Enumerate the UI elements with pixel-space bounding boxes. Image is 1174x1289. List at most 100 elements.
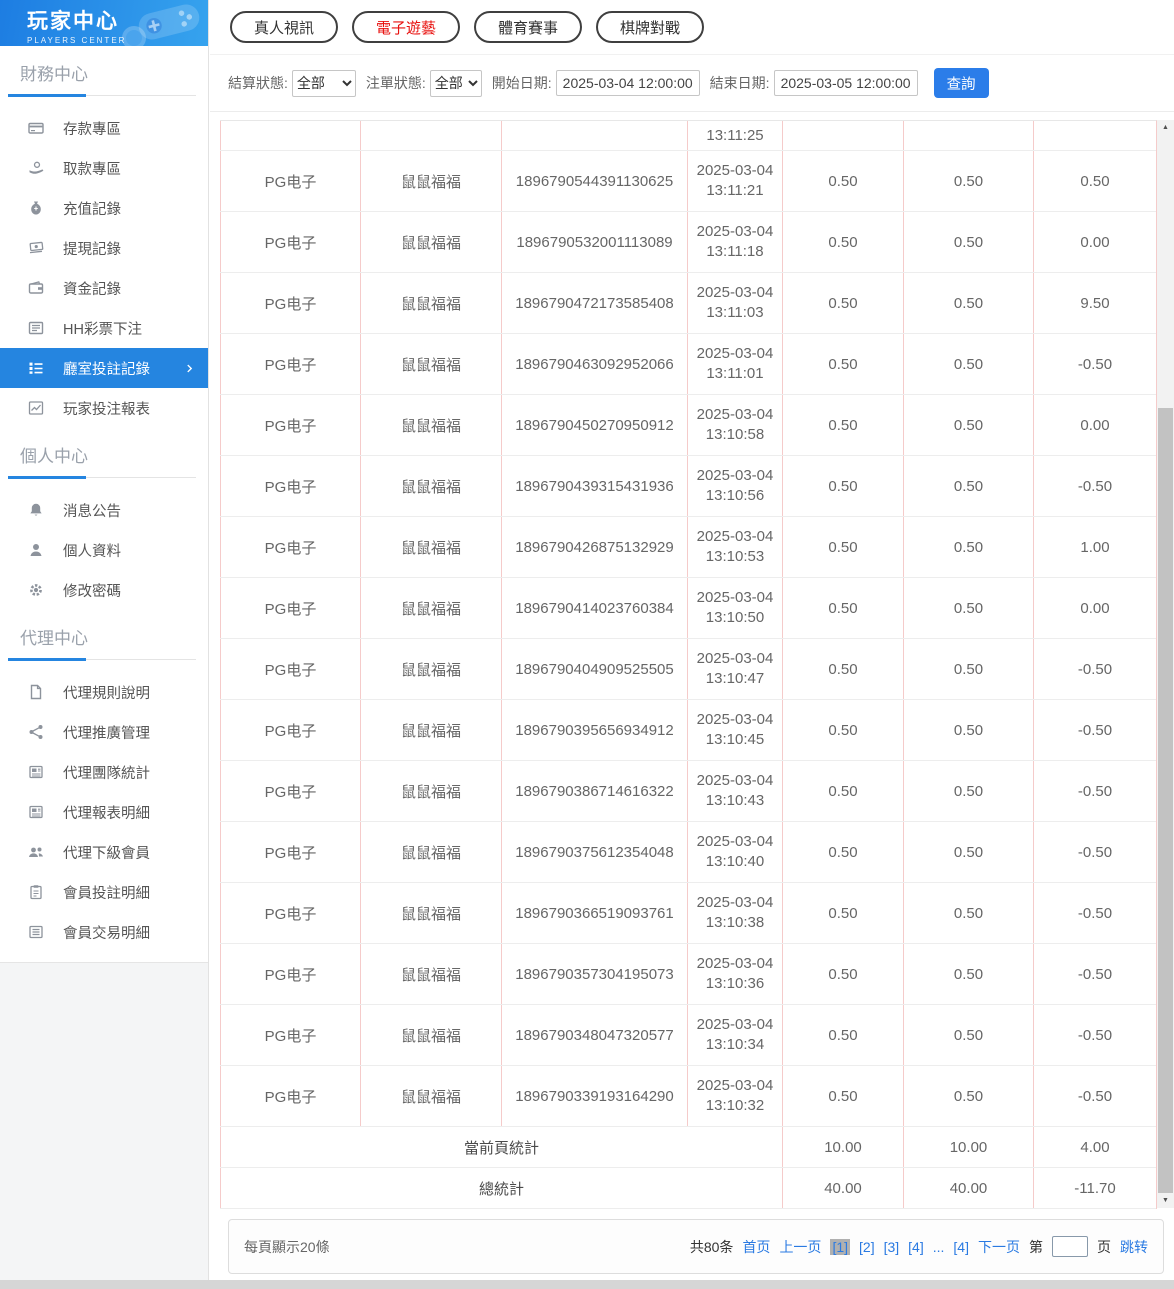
pager-link-...[interactable]: ... xyxy=(933,1239,945,1255)
rows-icon xyxy=(28,360,44,376)
sidebar-item-玩家投注報表[interactable]: 玩家投注報表 xyxy=(0,388,208,428)
cell-order-id: 1896790450270950912 xyxy=(501,395,687,455)
horizontal-scrollbar[interactable] xyxy=(0,1280,1174,1289)
sidebar-item-代理團隊統計[interactable]: 代理團隊統計 xyxy=(0,752,208,792)
end-date-input[interactable] xyxy=(773,70,918,96)
scrollbar-thumb[interactable] xyxy=(1158,408,1173,1193)
settle-status-select[interactable]: 全部 xyxy=(291,69,356,97)
datetime: 2025-03-04 13:10:58 xyxy=(697,405,774,445)
page-link-[4][interactable]: [4] xyxy=(908,1239,924,1255)
datetime: 2025-03-04 13:10:40 xyxy=(697,832,774,872)
cell-bet-amount: 0.50 xyxy=(782,578,903,638)
date: 2025-03-04 xyxy=(696,589,774,606)
sidebar-item-代理推廣管理[interactable]: 代理推廣管理 xyxy=(0,712,208,752)
sidebar-item-代理規則說明[interactable]: 代理規則說明 xyxy=(0,672,208,712)
tab-體育賽事[interactable]: 體育賽事 xyxy=(474,11,583,43)
cell-game: 鼠鼠福福 xyxy=(360,1066,501,1126)
datetime: 2025-03-04 13:11:03 xyxy=(697,283,774,323)
cell-valid-bet: 0.50 xyxy=(903,212,1033,272)
scroll-down-icon[interactable]: ▼ xyxy=(1157,1193,1174,1208)
page-link-[3][interactable]: [3] xyxy=(884,1239,900,1255)
sidebar-item-修改密碼[interactable]: 修改密碼 xyxy=(0,570,208,610)
sidebar-item-label: 充值記錄 xyxy=(63,201,121,218)
table-row[interactable]: PG电子 鼠鼠福福 1896790532001113089 2025-03-04 13:… xyxy=(220,212,1156,273)
cell-time: 2025-03-04 13:10:40 xyxy=(687,822,782,882)
pager-link-首页[interactable]: 首页 xyxy=(742,1237,770,1257)
table-row[interactable]: PG电子 鼠鼠福福 1896790357304195073 2025-03-04 13:… xyxy=(220,944,1156,1005)
page-link-[2][interactable]: [2] xyxy=(859,1239,875,1255)
jump-pre-label: 第 xyxy=(1029,1238,1043,1255)
cell-valid-bet: 0.50 xyxy=(903,822,1033,882)
sidebar-item-個人資料[interactable]: 個人資料 xyxy=(0,530,208,570)
table-row[interactable]: PG电子 鼠鼠福福 1896790472173585408 2025-03-04 13:… xyxy=(220,273,1156,334)
card-icon xyxy=(28,120,44,136)
cell-game: 鼠鼠福福 xyxy=(360,578,501,638)
table-row[interactable]: PG电子 鼠鼠福福 1896790386714616322 2025-03-04 13:… xyxy=(220,761,1156,822)
pager: 共80条 首页 上一页 [1] [2] [3] [4]... [4] 下一页第 页跳转 xyxy=(690,1236,1148,1257)
table-row[interactable]: PG电子 鼠鼠福福 1896790414023760384 2025-03-04 13:… xyxy=(220,578,1156,639)
page-link-[4][interactable]: [4] xyxy=(953,1239,969,1255)
datetime: 2025-03-04 13:10:43 xyxy=(697,771,774,811)
cell-bet-amount: 0.50 xyxy=(782,151,903,211)
sidebar-item-會員交易明細[interactable]: 會員交易明細 xyxy=(0,912,208,952)
table-row[interactable]: PG电子 鼠鼠福福 1896790339193164290 2025-03-04 13:… xyxy=(220,1066,1156,1127)
sidebar-item-提現記錄[interactable]: 提現記錄 xyxy=(0,228,208,268)
jump-go-link[interactable]: 跳转 xyxy=(1120,1237,1148,1257)
sidebar-item-充值記錄[interactable]: 充值記錄 xyxy=(0,188,208,228)
cell xyxy=(1033,121,1156,150)
tab-電子遊藝[interactable]: 電子遊藝 xyxy=(352,11,461,43)
sidebar-item-label: 個人資料 xyxy=(63,543,121,560)
cell-game: 鼠鼠福福 xyxy=(360,456,501,516)
sidebar-item-取款專區[interactable]: 取款專區 xyxy=(0,148,208,188)
table-row[interactable]: PG电子 鼠鼠福福 1896790463092952066 2025-03-04 13:… xyxy=(220,334,1156,395)
search-button[interactable]: 查詢 xyxy=(933,68,989,98)
sidebar-item-消息公告[interactable]: 消息公告 xyxy=(0,490,208,530)
table-row[interactable]: PG电子 鼠鼠福福 1896790395656934912 2025-03-04 13:… xyxy=(220,700,1156,761)
category-tabbar: 真人視訊 電子遊藝 體育賽事 棋牌對戰 xyxy=(210,0,1174,55)
pager-link-上一页[interactable]: 上一页 xyxy=(779,1237,821,1257)
table-row[interactable]: PG电子 鼠鼠福福 1896790348047320577 2025-03-04 13:… xyxy=(220,1005,1156,1066)
page-link-[1][interactable]: [1] xyxy=(830,1238,851,1255)
cell-game: 鼠鼠福福 xyxy=(360,212,501,272)
sidebar-item-代理報表明細[interactable]: 代理報表明細 xyxy=(0,792,208,832)
sidebar-item-廳室投註記錄[interactable]: 廳室投註記錄 xyxy=(0,348,208,388)
sidebar-item-會員投註明細[interactable]: 會員投註明細 xyxy=(0,872,208,912)
table-row[interactable]: PG电子 鼠鼠福福 1896790544391130625 2025-03-04 13:… xyxy=(220,151,1156,212)
table-row[interactable]: PG电子 鼠鼠福福 1896790426875132929 2025-03-04 13:… xyxy=(220,517,1156,578)
page-jump-input[interactable] xyxy=(1052,1236,1088,1257)
cell-order-id: 1896790339193164290 xyxy=(501,1066,687,1126)
sidebar-item-label: 代理下級會員 xyxy=(63,845,150,862)
cell-time: 2025-03-04 13:10:47 xyxy=(687,639,782,699)
cell-valid-bet: 0.50 xyxy=(903,1005,1033,1065)
per-page-label: 每頁顯示20條 xyxy=(244,1238,330,1255)
start-date-input[interactable] xyxy=(555,70,700,96)
tab-真人視訊[interactable]: 真人視訊 xyxy=(230,11,339,43)
cell xyxy=(501,121,687,150)
cell-provider: PG电子 xyxy=(220,212,360,272)
table-scrollbar[interactable]: ▲ ▼ xyxy=(1157,120,1174,1208)
sidebar-item-資金記錄[interactable]: 資金記錄 xyxy=(0,268,208,308)
cell-time: 2025-03-04 13:11:18 xyxy=(687,212,782,272)
table-row[interactable]: PG电子 鼠鼠福福 1896790375612354048 2025-03-04 13:… xyxy=(220,822,1156,883)
table-row[interactable]: PG电子 鼠鼠福福 1896790366519093761 2025-03-04 13:… xyxy=(220,883,1156,944)
cell-game: 鼠鼠福福 xyxy=(360,395,501,455)
chart-icon xyxy=(28,400,44,416)
date: 2025-03-04 xyxy=(696,406,774,423)
table-row[interactable]: PG电子 鼠鼠福福 1896790404909525505 2025-03-04 13:… xyxy=(220,639,1156,700)
cell-time: 2025-03-04 13:10:50 xyxy=(687,578,782,638)
tab-棋牌對戰[interactable]: 棋牌對戰 xyxy=(596,11,705,43)
cell-win-loss: -0.50 xyxy=(1033,944,1156,1004)
filter-bar: 結算狀態: 全部 注單狀態: 全部 開始日期: 結束日期: 查詢 xyxy=(210,55,1174,112)
cell-bet-amount: 0.50 xyxy=(782,700,903,760)
table-row[interactable]: PG电子 鼠鼠福福 1896790450270950912 2025-03-04 13:… xyxy=(220,395,1156,456)
table-row[interactable]: PG电子 鼠鼠福福 1896790439315431936 2025-03-04 13:… xyxy=(220,456,1156,517)
sidebar-item-HH彩票下注[interactable]: HH彩票下注 xyxy=(0,308,208,348)
datetime: 2025-03-04 13:10:32 xyxy=(697,1076,774,1116)
cell-bet-amount: 0.50 xyxy=(782,883,903,943)
scroll-up-icon[interactable]: ▲ xyxy=(1157,120,1174,135)
section-underline xyxy=(8,476,196,479)
pager-link-下一页[interactable]: 下一页 xyxy=(978,1237,1020,1257)
order-status-select[interactable]: 全部 xyxy=(429,69,482,97)
sidebar-item-存款專區[interactable]: 存款專區 xyxy=(0,108,208,148)
sidebar-item-代理下級會員[interactable]: 代理下級會員 xyxy=(0,832,208,872)
